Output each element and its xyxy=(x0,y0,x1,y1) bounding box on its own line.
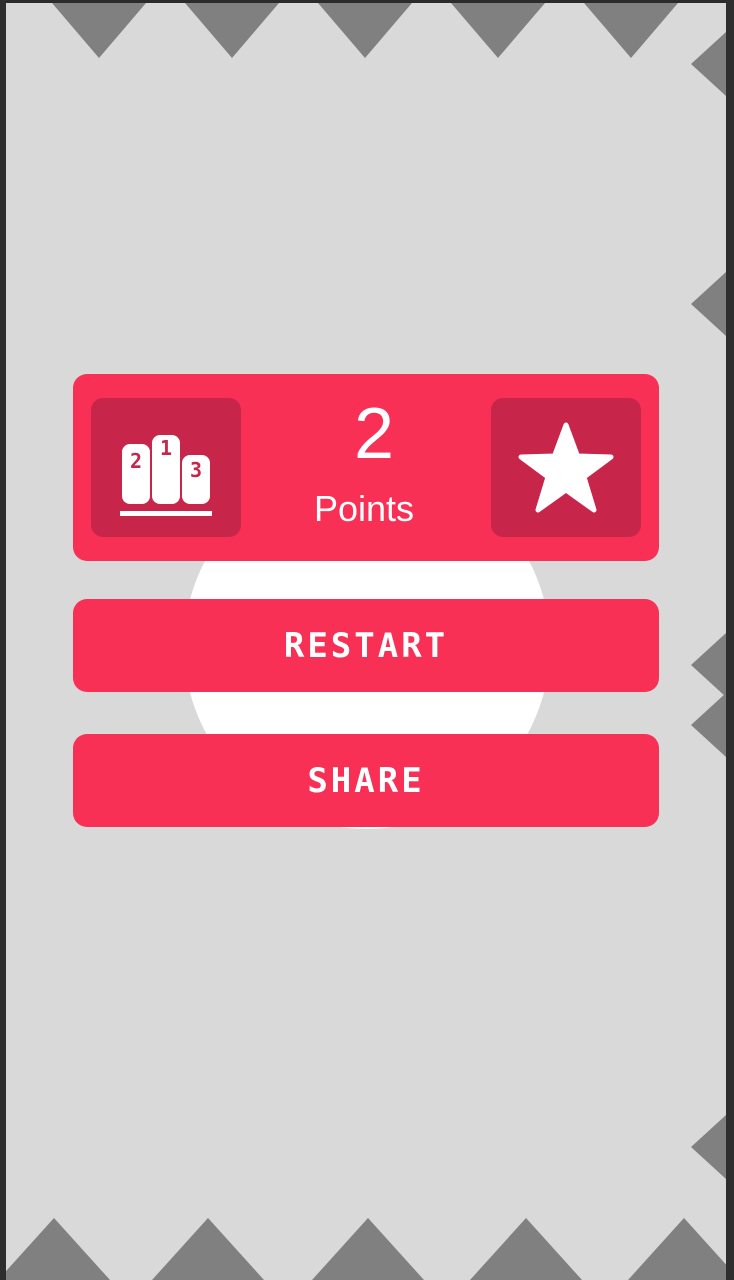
bottom-spike xyxy=(152,1218,264,1280)
score-card: 2 1 3 2 Points xyxy=(73,374,659,561)
star-icon xyxy=(518,422,614,512)
top-spike xyxy=(52,3,146,58)
wall-spike xyxy=(691,32,726,96)
top-spike xyxy=(584,3,678,58)
bottom-spike xyxy=(628,1218,726,1280)
bottom-spike xyxy=(470,1218,582,1280)
top-spike xyxy=(318,3,412,58)
wall-spike xyxy=(691,272,726,336)
score-value: 2 xyxy=(353,394,395,474)
wall-spike xyxy=(691,693,726,757)
score-label: Points xyxy=(313,488,415,529)
top-spike xyxy=(185,3,279,58)
wall-spike xyxy=(691,1115,726,1179)
game-screen: 2 1 3 2 Points RESTART SHARE xyxy=(6,3,726,1280)
restart-button[interactable]: RESTART xyxy=(73,599,659,692)
rate-button[interactable] xyxy=(491,398,641,537)
podium-icon: 2 1 3 xyxy=(120,434,212,516)
bottom-spike xyxy=(312,1218,424,1280)
top-spike xyxy=(451,3,545,58)
svg-text:3: 3 xyxy=(190,458,202,482)
svg-text:2: 2 xyxy=(130,449,142,473)
screen-frame-right xyxy=(726,0,734,1280)
share-button[interactable]: SHARE xyxy=(73,734,659,827)
bottom-spike xyxy=(6,1218,110,1280)
leaderboard-button[interactable]: 2 1 3 xyxy=(91,398,241,537)
svg-text:1: 1 xyxy=(160,436,172,460)
wall-spike xyxy=(691,633,726,697)
